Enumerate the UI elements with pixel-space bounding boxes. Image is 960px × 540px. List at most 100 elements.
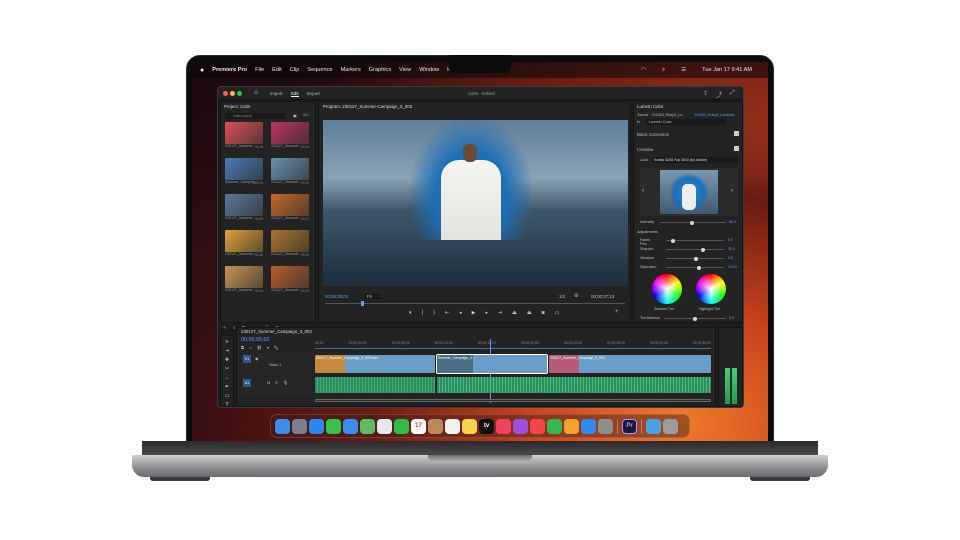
comparison-view-icon[interactable]: ▭ xyxy=(555,310,560,316)
appstore-icon[interactable] xyxy=(581,418,596,434)
export-frame-icon[interactable]: ◙ xyxy=(542,310,545,316)
menu-window[interactable]: Window xyxy=(419,67,439,73)
intensity-slider[interactable] xyxy=(660,220,726,225)
creative-checkbox[interactable] xyxy=(734,146,739,151)
menu-edit[interactable]: Edit xyxy=(272,67,282,73)
fit-dropdown[interactable]: Fit xyxy=(365,294,381,299)
ripple-edit-tool-icon[interactable]: ✥ xyxy=(225,357,229,363)
calendar-icon[interactable]: 17 xyxy=(411,418,426,434)
share-icon[interactable]: ⤴ xyxy=(716,90,722,99)
playback-resolution[interactable]: 1/2 xyxy=(559,294,565,299)
creative-header[interactable]: Creative xyxy=(637,147,653,152)
project-clip[interactable]: 230127_Summer... 00:20 xyxy=(271,266,309,293)
adjustment-slider[interactable] xyxy=(666,256,724,261)
program-playhead[interactable] xyxy=(361,301,364,306)
menu-sequence[interactable]: Sequence xyxy=(307,67,332,73)
menubar-clock[interactable]: Tue Jan 17 9:41 AM xyxy=(702,67,752,73)
launchpad-icon[interactable] xyxy=(292,418,307,434)
play-icon[interactable]: ▶ xyxy=(472,310,476,316)
project-clip[interactable]: 230127_Summer... 00:11 xyxy=(271,230,309,257)
slider-knob[interactable] xyxy=(694,256,699,261)
adjustment-slider[interactable] xyxy=(666,238,724,243)
project-file-field[interactable]: Calm.prproj xyxy=(225,113,285,119)
music-icon[interactable] xyxy=(496,418,511,434)
add-marker-icon[interactable]: ▾ xyxy=(409,310,412,316)
linked-selection-icon[interactable]: ⛓ xyxy=(257,345,262,350)
timeline-ruler[interactable]: 00;00 00;00;04;00 00;00;08;00 00;00;12;00 00… xyxy=(315,341,711,345)
adjustments-header[interactable]: Adjustments xyxy=(637,230,658,234)
close-window-button[interactable] xyxy=(223,91,228,96)
app-menu[interactable]: Premiere Pro xyxy=(212,67,247,73)
work-area-bar[interactable] xyxy=(315,348,711,349)
tab-edit[interactable]: Edit xyxy=(291,91,299,97)
apple-menu-icon[interactable]: ● xyxy=(200,67,204,74)
slider-knob[interactable] xyxy=(671,238,676,243)
highlight-tint-wheel[interactable] xyxy=(696,274,726,304)
project-clip[interactable]: 230127_Summer... 00:16 xyxy=(225,230,263,257)
razor-tool-icon[interactable]: ✂ xyxy=(225,366,229,372)
adjustment-value[interactable]: 110.0 xyxy=(728,265,737,269)
home-icon[interactable]: ⌂ xyxy=(254,89,258,96)
lift-icon[interactable]: ⏏ xyxy=(512,310,517,316)
mark-out-icon[interactable]: } xyxy=(433,310,435,316)
video-clip-2[interactable]: Summer_Campaign_3... xyxy=(436,354,548,374)
project-clip[interactable]: 230127_Summer... 00:21 xyxy=(271,194,309,221)
snap-icon[interactable]: ∩ xyxy=(249,345,252,350)
maps-icon[interactable] xyxy=(360,418,375,434)
step-forward-icon[interactable]: ▸ xyxy=(485,310,488,316)
safari-icon[interactable] xyxy=(309,418,324,434)
sequence-tab[interactable]: 230127_Summer_Campaign_3_003 xyxy=(241,329,312,334)
wifi-icon[interactable]: ◠ xyxy=(641,67,646,73)
pencil-icon[interactable]: ✎ xyxy=(223,325,227,333)
numbers-icon[interactable] xyxy=(547,418,562,434)
reminders-icon[interactable] xyxy=(445,418,460,434)
pen-tool-icon[interactable]: ✒ xyxy=(225,384,229,390)
menu-view[interactable]: View xyxy=(399,67,411,73)
audio-clip-2[interactable] xyxy=(437,377,711,393)
video-clip-1[interactable]: 230127_Summer_Campaign_3_003.mov xyxy=(315,355,435,373)
basic-correction-checkbox[interactable] xyxy=(734,131,739,136)
tint-balance-slider[interactable] xyxy=(664,316,726,321)
slider-knob[interactable] xyxy=(701,247,706,252)
photos-icon[interactable] xyxy=(377,418,392,434)
step-back-icon[interactable]: ◂ xyxy=(459,310,462,316)
project-clip[interactable]: 230127_Summer... 00:09 xyxy=(225,194,263,221)
look-prev-icon[interactable]: ‹ xyxy=(642,188,644,194)
finder-icon[interactable] xyxy=(275,418,290,434)
effect-dropdown[interactable]: Lumetri Color xyxy=(646,119,726,125)
messages-icon[interactable] xyxy=(326,418,341,434)
zoom-window-button[interactable] xyxy=(237,91,242,96)
quick-export-icon[interactable]: ⇪ xyxy=(703,90,708,97)
look-dropdown[interactable]: Kodak 5205 Fuji 3510 (by Adobe) xyxy=(652,157,738,163)
tv-icon[interactable]: tv xyxy=(479,418,494,434)
type-tool-icon[interactable]: T xyxy=(225,402,228,407)
intensity-value[interactable]: 50.0 xyxy=(729,220,736,224)
project-clip[interactable]: Summer_Campaig... 00:15 xyxy=(225,158,263,185)
project-clip[interactable]: 230127_Summer... 00:14 xyxy=(225,266,263,293)
facetime-icon[interactable] xyxy=(394,418,409,434)
menu-markers[interactable]: Markers xyxy=(341,67,361,73)
go-to-out-icon[interactable]: ⇥ xyxy=(498,310,502,316)
menu-clip[interactable]: Clip xyxy=(290,67,300,73)
contacts-icon[interactable] xyxy=(428,418,443,434)
notes-icon[interactable] xyxy=(462,418,477,434)
adjustment-slider[interactable] xyxy=(666,265,724,270)
tab-import[interactable]: Import xyxy=(270,91,282,96)
timeline-scrollbar[interactable] xyxy=(315,399,711,402)
project-clip[interactable]: 230127_Summer... 00:24 xyxy=(271,122,309,149)
pages-icon[interactable] xyxy=(564,418,579,434)
mic-icon[interactable]: 🎙 xyxy=(283,380,288,385)
track-v1-toggle[interactable]: V1 xyxy=(243,355,251,363)
track-select-tool-icon[interactable]: ⇥ xyxy=(225,348,229,354)
control-center-icon[interactable]: ☰ xyxy=(681,67,686,73)
program-video-frame[interactable] xyxy=(323,120,628,286)
track-a1-toggle[interactable]: A1 xyxy=(243,379,251,387)
slip-tool-icon[interactable]: ↔ xyxy=(225,375,230,381)
solo-icon[interactable]: S xyxy=(275,380,278,385)
downloads-icon[interactable] xyxy=(646,418,661,434)
podcasts-icon[interactable] xyxy=(513,418,528,434)
selection-tool-icon[interactable]: ➤ xyxy=(225,339,229,345)
adjustment-slider[interactable] xyxy=(666,247,724,252)
timeline-timecode[interactable]: 00;00;05;02 xyxy=(241,337,269,343)
add-marker-timeline-icon[interactable]: ▾ xyxy=(267,345,269,350)
